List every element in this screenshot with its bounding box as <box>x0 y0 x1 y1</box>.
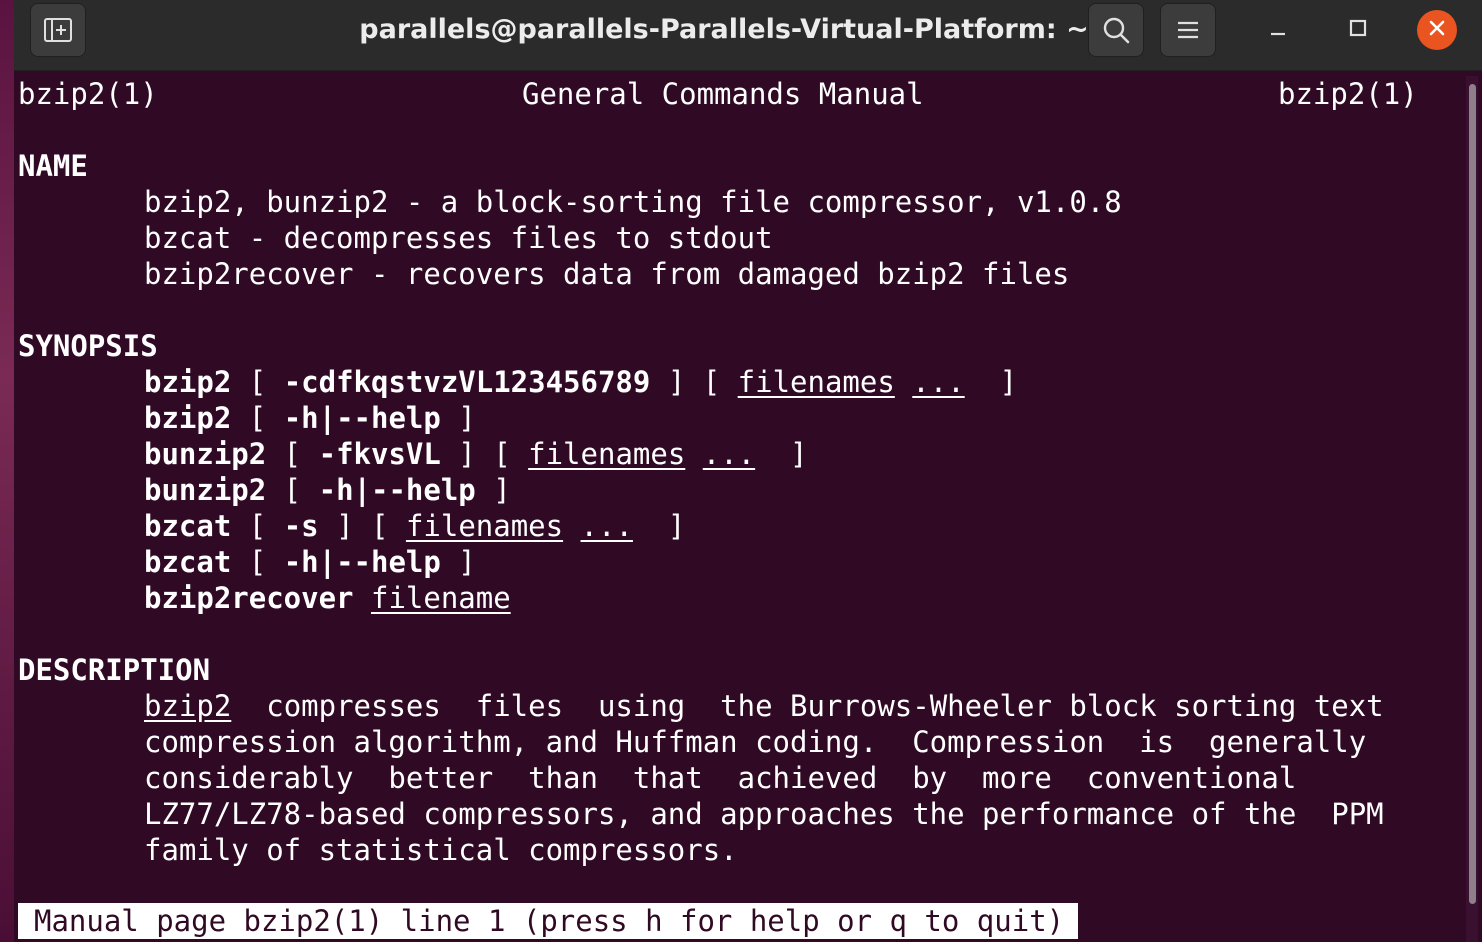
synopsis-command: bunzip2 <box>144 473 267 507</box>
close-icon <box>1428 19 1446 41</box>
synopsis-command: bzip2recover <box>144 581 354 615</box>
menu-button[interactable] <box>1160 3 1216 57</box>
man-header-center: General Commands Manual <box>522 77 924 111</box>
synopsis-command: bzcat <box>144 509 232 543</box>
title-bar: parallels@parallels-Parallels-Virtual-Pl… <box>14 0 1482 71</box>
description-line: bzip2 compresses files using the Burrows… <box>144 688 1384 724</box>
description-line: LZ77/LZ78-based compressors, and approac… <box>144 797 1384 831</box>
synopsis-line: bunzip2 [ -h|--help ] <box>144 472 511 508</box>
close-button[interactable] <box>1417 10 1457 50</box>
synopsis-bracket: ] <box>755 437 808 471</box>
synopsis-options: -fkvsVL <box>318 437 441 471</box>
synopsis-line: bzip2recover filename <box>144 580 511 616</box>
man-header-right: bzip2(1) <box>1278 77 1418 111</box>
section-heading-name: NAME <box>18 149 88 183</box>
synopsis-bracket: ] <box>964 365 1018 399</box>
synopsis-line: bzip2 [ -h|--help ] <box>144 400 476 436</box>
search-button[interactable] <box>1088 3 1144 57</box>
new-tab-icon <box>43 16 73 44</box>
search-icon <box>1101 15 1131 45</box>
synopsis-command: bunzip2 <box>144 437 267 471</box>
name-line: bzip2recover - recovers data from damage… <box>144 257 1070 291</box>
description-text: compresses files using the Burrows-Wheel… <box>231 689 1384 723</box>
synopsis-bracket: [ <box>231 401 284 435</box>
synopsis-argument: filenames <box>528 437 686 471</box>
synopsis-ellipsis: ... <box>702 437 756 471</box>
synopsis-space <box>895 365 912 399</box>
synopsis-command: bzcat <box>144 545 232 579</box>
synopsis-bracket: ] <box>440 401 476 435</box>
synopsis-ellipsis: ... <box>580 509 633 543</box>
synopsis-bracket: [ <box>266 437 319 471</box>
description-line: compression algorithm, and Huffman codin… <box>144 725 1367 759</box>
pager-status-line: Manual page bzip2(1) line 1 (press h for… <box>18 903 1079 939</box>
synopsis-options: -s <box>283 509 319 543</box>
synopsis-bracket: ] <box>475 473 511 507</box>
synopsis-space <box>563 509 580 543</box>
synopsis-command: bzip2 <box>144 365 232 399</box>
minimize-icon <box>1268 18 1288 42</box>
synopsis-argument: filename <box>370 581 511 615</box>
synopsis-bracket: [ <box>231 509 284 543</box>
synopsis-options: -h|--help <box>283 401 441 435</box>
synopsis-argument: filenames <box>737 365 895 399</box>
new-tab-button[interactable] <box>30 3 86 57</box>
maximize-icon <box>1348 18 1368 42</box>
terminal-window: parallels@parallels-Parallels-Virtual-Pl… <box>14 0 1482 942</box>
section-heading-synopsis: SYNOPSIS <box>18 329 158 363</box>
synopsis-bracket: ] <box>440 545 476 579</box>
synopsis-options: -h|--help <box>283 545 441 579</box>
name-line: bzcat - decompresses files to stdout <box>144 221 773 255</box>
synopsis-line: bzcat [ -s ] [ filenames ... ] <box>144 508 685 544</box>
synopsis-line: bunzip2 [ -fkvsVL ] [ filenames ... ] <box>144 436 808 472</box>
description-line: family of statistical compressors. <box>144 833 738 867</box>
synopsis-options: -cdfkqstvzVL123456789 <box>283 365 651 399</box>
synopsis-argument: filenames <box>405 509 564 543</box>
minimize-button[interactable] <box>1258 10 1298 50</box>
man-header-left: bzip2(1) <box>18 77 158 111</box>
synopsis-ellipsis: ... <box>912 365 965 399</box>
terminal-output[interactable]: bzip2(1) General Commands Manual bzip2(1… <box>18 76 1458 942</box>
synopsis-bracket: ] <box>632 509 686 543</box>
synopsis-line: bzip2 [ -cdfkqstvzVL123456789 ] [ filena… <box>144 364 1017 400</box>
synopsis-line: bzcat [ -h|--help ] <box>144 544 476 580</box>
description-command: bzip2 <box>144 689 232 723</box>
window-title: parallels@parallels-Parallels-Virtual-Pl… <box>359 14 1089 45</box>
hamburger-menu-icon <box>1176 19 1200 41</box>
synopsis-bracket: [ <box>231 545 284 579</box>
synopsis-bracket: ] [ <box>318 509 406 543</box>
name-line: bzip2, bunzip2 - a block-sorting file co… <box>144 185 1122 219</box>
scrollbar-thumb[interactable] <box>1469 84 1476 904</box>
maximize-button[interactable] <box>1338 10 1378 50</box>
synopsis-options: -h|--help <box>318 473 476 507</box>
synopsis-bracket: ] [ <box>440 437 529 471</box>
synopsis-command: bzip2 <box>144 401 232 435</box>
synopsis-bracket: [ <box>266 473 319 507</box>
synopsis-space <box>685 437 702 471</box>
synopsis-bracket: ] [ <box>650 365 738 399</box>
synopsis-bracket: [ <box>231 365 284 399</box>
synopsis-space <box>354 581 371 615</box>
section-heading-description: DESCRIPTION <box>18 653 211 687</box>
description-line: considerably better than that achieved b… <box>144 761 1297 795</box>
